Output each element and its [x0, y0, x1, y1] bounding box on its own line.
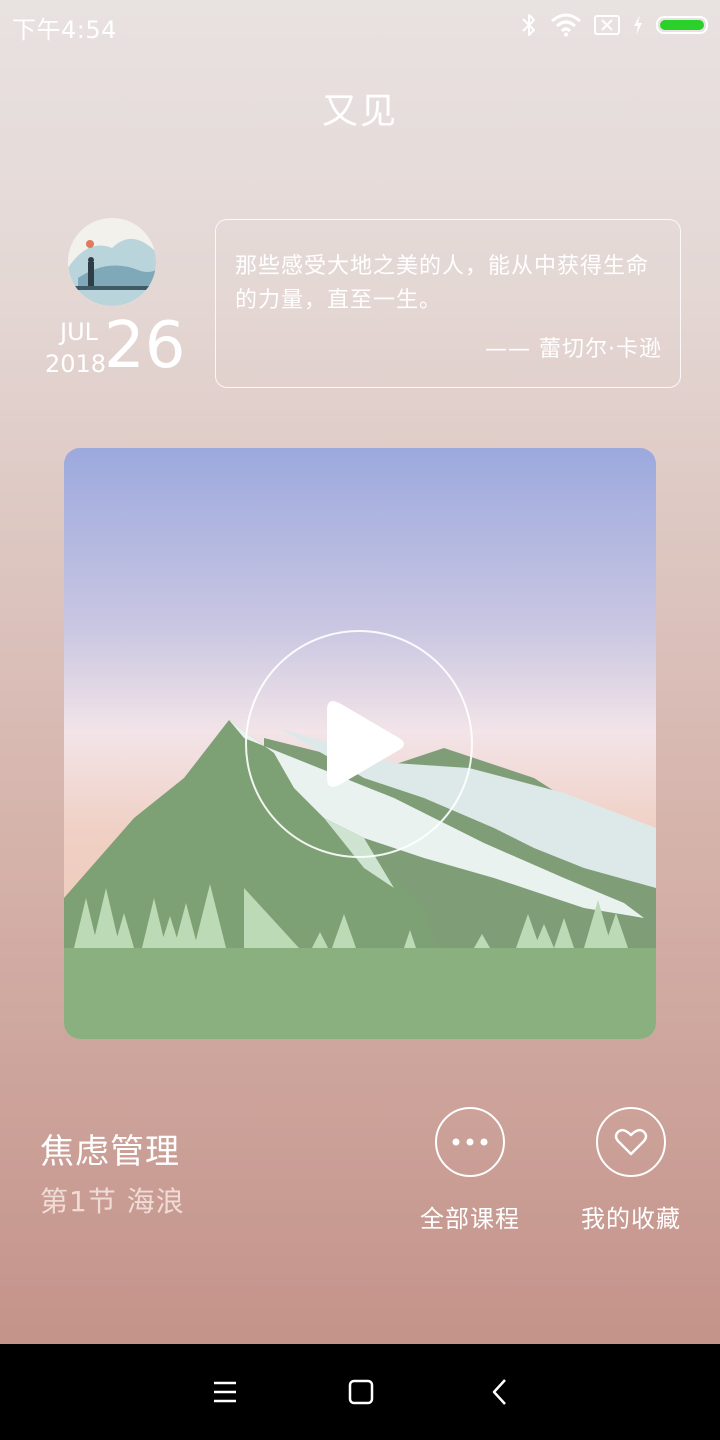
heart-icon — [596, 1107, 666, 1177]
main-screen: 下午4:54 又见 JUL 2018 26 那些感受大地之美的人，能从中获得生命… — [0, 0, 720, 1344]
quote-text: 那些感受大地之美的人，能从中获得生命的力量，直至一生。 — [235, 254, 650, 313]
status-time: 下午4:54 — [12, 16, 117, 44]
sim-off-icon — [594, 15, 620, 35]
back-button[interactable] — [480, 1372, 520, 1412]
bluetooth-icon — [522, 14, 535, 36]
daily-avatar[interactable] — [68, 218, 156, 306]
date-month: JUL — [60, 318, 99, 346]
date-day: 26 — [104, 309, 186, 383]
course-title: 焦虑管理 — [40, 1132, 180, 1172]
home-icon — [348, 1379, 374, 1405]
page-title: 又见 — [321, 91, 398, 132]
status-icons — [520, 10, 708, 40]
date-year: 2018 — [45, 350, 107, 378]
charging-icon — [634, 15, 642, 35]
wifi-icon — [551, 13, 581, 37]
lesson-subtitle: 第1节 海浪 — [40, 1185, 185, 1218]
play-icon — [327, 701, 404, 787]
back-icon — [492, 1379, 506, 1405]
battery-level — [660, 20, 704, 30]
favorites-label: 我的收藏 — [581, 1205, 681, 1233]
more-icon — [435, 1107, 505, 1177]
menu-icon — [214, 1381, 236, 1403]
home-button[interactable] — [341, 1372, 381, 1412]
all-courses-label: 全部课程 — [420, 1205, 520, 1233]
play-button[interactable] — [245, 630, 473, 858]
menu-button[interactable] — [205, 1372, 245, 1412]
battery-icon — [656, 16, 708, 34]
system-nav-bar — [0, 1344, 720, 1440]
quote-card[interactable]: 那些感受大地之美的人，能从中获得生命的力量，直至一生。 —— 蕾切尔·卡逊 — [215, 219, 681, 388]
all-courses-button[interactable]: 全部课程 — [410, 1107, 530, 1234]
favorites-button[interactable]: 我的收藏 — [571, 1107, 691, 1234]
quote-author: —— 蕾切尔·卡逊 — [485, 337, 662, 362]
